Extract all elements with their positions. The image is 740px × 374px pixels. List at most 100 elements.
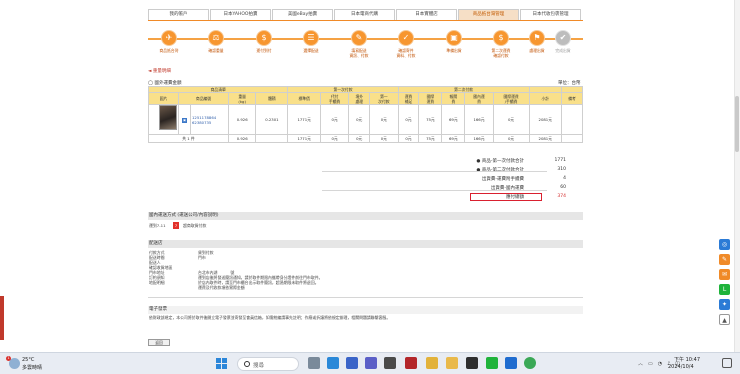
delivery-title: 國內運送方式 (運送公司/內容說明): [149, 213, 219, 218]
clock-date[interactable]: 2024/10/4: [668, 364, 694, 370]
notification-center-icon[interactable]: [722, 358, 732, 368]
th-col: 代付 手續費: [319, 92, 350, 105]
invoice-section-header: 電子發票: [148, 306, 583, 314]
folder-icon[interactable]: [446, 357, 458, 369]
tab-ebay[interactable]: 美國eBay拍賣: [272, 9, 333, 20]
app-icon-11[interactable]: [505, 357, 517, 369]
floating-side-icons: ◎ ✎ ✉ L ✦ ▲: [719, 239, 730, 329]
tab-japan-ec[interactable]: 日本電商代購: [334, 9, 395, 20]
step-7: ▣ 準備出貨: [431, 30, 477, 54]
app-icon-7[interactable]: [426, 357, 438, 369]
scrollbar[interactable]: [734, 0, 740, 352]
search-icon: [244, 361, 250, 367]
messenger-icon[interactable]: ✦: [719, 299, 730, 310]
cell-v6: 75元: [418, 104, 443, 135]
step-icon: ✔: [555, 30, 571, 46]
step-label: 完成出貨: [555, 48, 571, 53]
delivery-store-type: 超商取貨付款: [183, 223, 207, 228]
summary-value: 60: [560, 185, 566, 190]
total-v2: 0元: [319, 134, 350, 143]
weight-detail-link[interactable]: ◄ 重量明細: [148, 68, 171, 74]
back-to-top-icon[interactable]: ▲: [719, 314, 730, 325]
app-icon-6[interactable]: [405, 357, 417, 369]
share-icon[interactable]: ◎: [719, 239, 730, 250]
tab-taiwan-arrival[interactable]: 商品抵台灣管理: [458, 9, 519, 20]
step-label: 商品抵台灣: [159, 48, 179, 53]
tab-yahoo[interactable]: 日本YAHOO拍賣: [210, 9, 271, 20]
cell-v3: 0元: [348, 104, 371, 135]
th-col: 國際運費 /手續費: [492, 92, 530, 105]
teams-icon[interactable]: [365, 357, 377, 369]
section-divider: [148, 297, 583, 298]
scroll-thumb[interactable]: [735, 96, 739, 152]
total-blank: [561, 134, 583, 143]
total-v7: 69元: [441, 134, 466, 143]
tab-package-manage[interactable]: 日本代收包裹管理: [520, 9, 581, 20]
product-id[interactable]: 1251178864 62380735: [190, 104, 229, 135]
cell-v1: 1771元: [287, 104, 321, 135]
edit-icon[interactable]: ✎: [719, 254, 730, 265]
taskbar-search[interactable]: 搜尋: [237, 357, 299, 371]
tag-cell: ▣: [178, 104, 191, 135]
step-5: ✎ 填寫配送 資訊、付款: [336, 30, 382, 58]
step-label: 填寫配送 資訊、付款: [349, 48, 369, 58]
step-icon: ⚖: [208, 30, 224, 46]
cell-v9: 0元: [492, 104, 530, 135]
cell-v8: 166元: [464, 104, 494, 135]
cell-v5: 0元: [397, 104, 420, 135]
step-10: ✔ 完成出貨: [540, 30, 586, 54]
app-icon-1[interactable]: [308, 357, 320, 369]
clock-time[interactable]: 下午 10:47: [674, 356, 700, 363]
tag-icon: ▣: [182, 117, 187, 123]
line-icon[interactable]: L: [719, 284, 730, 295]
th-col: 國內運 費: [464, 92, 494, 105]
th-col: 小計: [528, 92, 563, 105]
line-app-icon[interactable]: [486, 357, 498, 369]
step-icon: $: [256, 30, 272, 46]
side-ad-strip[interactable]: [0, 296, 4, 340]
total-v4: 0元: [369, 134, 399, 143]
summary-key: ● 商品-第一次付款合計: [476, 159, 524, 164]
summary-row-4: 出貨費-國內運費 60: [436, 185, 566, 193]
app-icon-2[interactable]: [327, 357, 339, 369]
step-icon: ▣: [446, 30, 462, 46]
app-icon-3[interactable]: [346, 357, 358, 369]
start-icon[interactable]: [216, 358, 227, 369]
weather-temp[interactable]: 25°C: [22, 357, 34, 363]
total-v10: 2081元: [528, 134, 563, 143]
total-v8: 166元: [464, 134, 494, 143]
th-col: 第一 次付款: [369, 92, 399, 105]
step-label: 運付到付: [256, 48, 272, 53]
th-col: 圖片: [148, 92, 179, 105]
step-label: 確認寄件 資料、付款: [396, 48, 416, 58]
tab-my-account[interactable]: 我的帳戶: [148, 9, 209, 20]
search-placeholder: 搜尋: [253, 363, 265, 369]
cell-weight: 0.926: [227, 104, 257, 135]
back-button[interactable]: 返回: [148, 339, 170, 346]
cell-v4: 0元: [369, 104, 399, 135]
delivery-method: 運到7-11: [149, 223, 166, 228]
seven-eleven-icon: 7: [173, 222, 179, 229]
shipping-title: 配送店: [149, 241, 163, 246]
app-icon-9[interactable]: [466, 357, 478, 369]
order-table: 商品清單 第一次付款 第二次付款 圖片 商品編號 重量 (kg) 體積 標準價 …: [147, 86, 583, 143]
th-col: 標準價: [287, 92, 321, 105]
step-label: 選擇配送: [303, 48, 319, 53]
shipping-section-header: 配送店: [148, 240, 583, 248]
summary-row-3: 出貨費-運費附手續費 4: [436, 176, 566, 184]
total-v9: 0元: [492, 134, 530, 143]
summary-value: 374: [557, 194, 566, 199]
step-2: ⚖ 確認重量: [193, 30, 239, 54]
weather-desc[interactable]: 多雲時晴: [22, 364, 42, 371]
app-icon-5[interactable]: [384, 357, 396, 369]
tab-japan-store[interactable]: 日本實體店: [396, 9, 457, 20]
chrome-icon[interactable]: [524, 357, 536, 369]
summary-row-1: ● 商品-第一次付款合計 1771: [436, 158, 566, 166]
summary-value: 4: [563, 176, 566, 181]
total-highlight-box: [470, 193, 542, 201]
step-4: ☰ 選擇配送: [288, 30, 334, 54]
product-thumbnail[interactable]: [159, 105, 177, 130]
step-icon: ✈: [161, 30, 177, 46]
mail-icon[interactable]: ✉: [719, 269, 730, 280]
cell-volume: 0.2301: [255, 104, 289, 135]
